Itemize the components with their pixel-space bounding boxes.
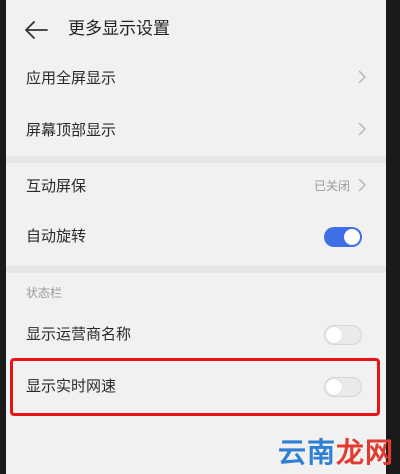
toggle-knob <box>326 327 342 343</box>
row-interactive-screensaver[interactable]: 互动屏保 已关闭 <box>6 160 386 212</box>
row-label: 屏幕顶部显示 <box>26 121 117 139</box>
row-show-carrier-name[interactable]: 显示运营商名称 <box>6 308 386 360</box>
highlight-annotation <box>10 358 380 416</box>
site-watermark: 云南龙网 <box>278 436 394 470</box>
section-header-status-bar: 状态栏 <box>26 286 63 300</box>
watermark-part1: 云南 <box>277 436 336 469</box>
arrow-left-icon[interactable] <box>22 18 50 42</box>
chevron-right-icon <box>358 122 366 136</box>
row-label: 显示运营商名称 <box>26 325 132 343</box>
status-value: 已关闭 <box>313 179 350 193</box>
auto-rotate-toggle[interactable] <box>324 227 362 247</box>
settings-screen: 更多显示设置 应用全屏显示 屏幕顶部显示 互动屏保 已关闭 自动旋转 状态栏 显… <box>6 0 386 474</box>
row-fullscreen-apps[interactable]: 应用全屏显示 <box>6 52 386 104</box>
page-title: 更多显示设置 <box>68 19 170 39</box>
chevron-right-icon <box>358 70 366 84</box>
section-divider <box>6 266 386 273</box>
row-label: 互动屏保 <box>26 177 87 195</box>
chevron-right-icon <box>358 178 366 192</box>
row-label: 自动旋转 <box>26 227 87 245</box>
row-label: 应用全屏显示 <box>26 69 117 87</box>
toggle-knob <box>344 229 360 245</box>
row-top-display[interactable]: 屏幕顶部显示 <box>6 104 386 156</box>
carrier-name-toggle[interactable] <box>324 325 362 345</box>
header: 更多显示设置 <box>6 0 386 58</box>
watermark-part2: 龙网 <box>335 436 394 469</box>
row-auto-rotate[interactable]: 自动旋转 <box>6 210 386 262</box>
